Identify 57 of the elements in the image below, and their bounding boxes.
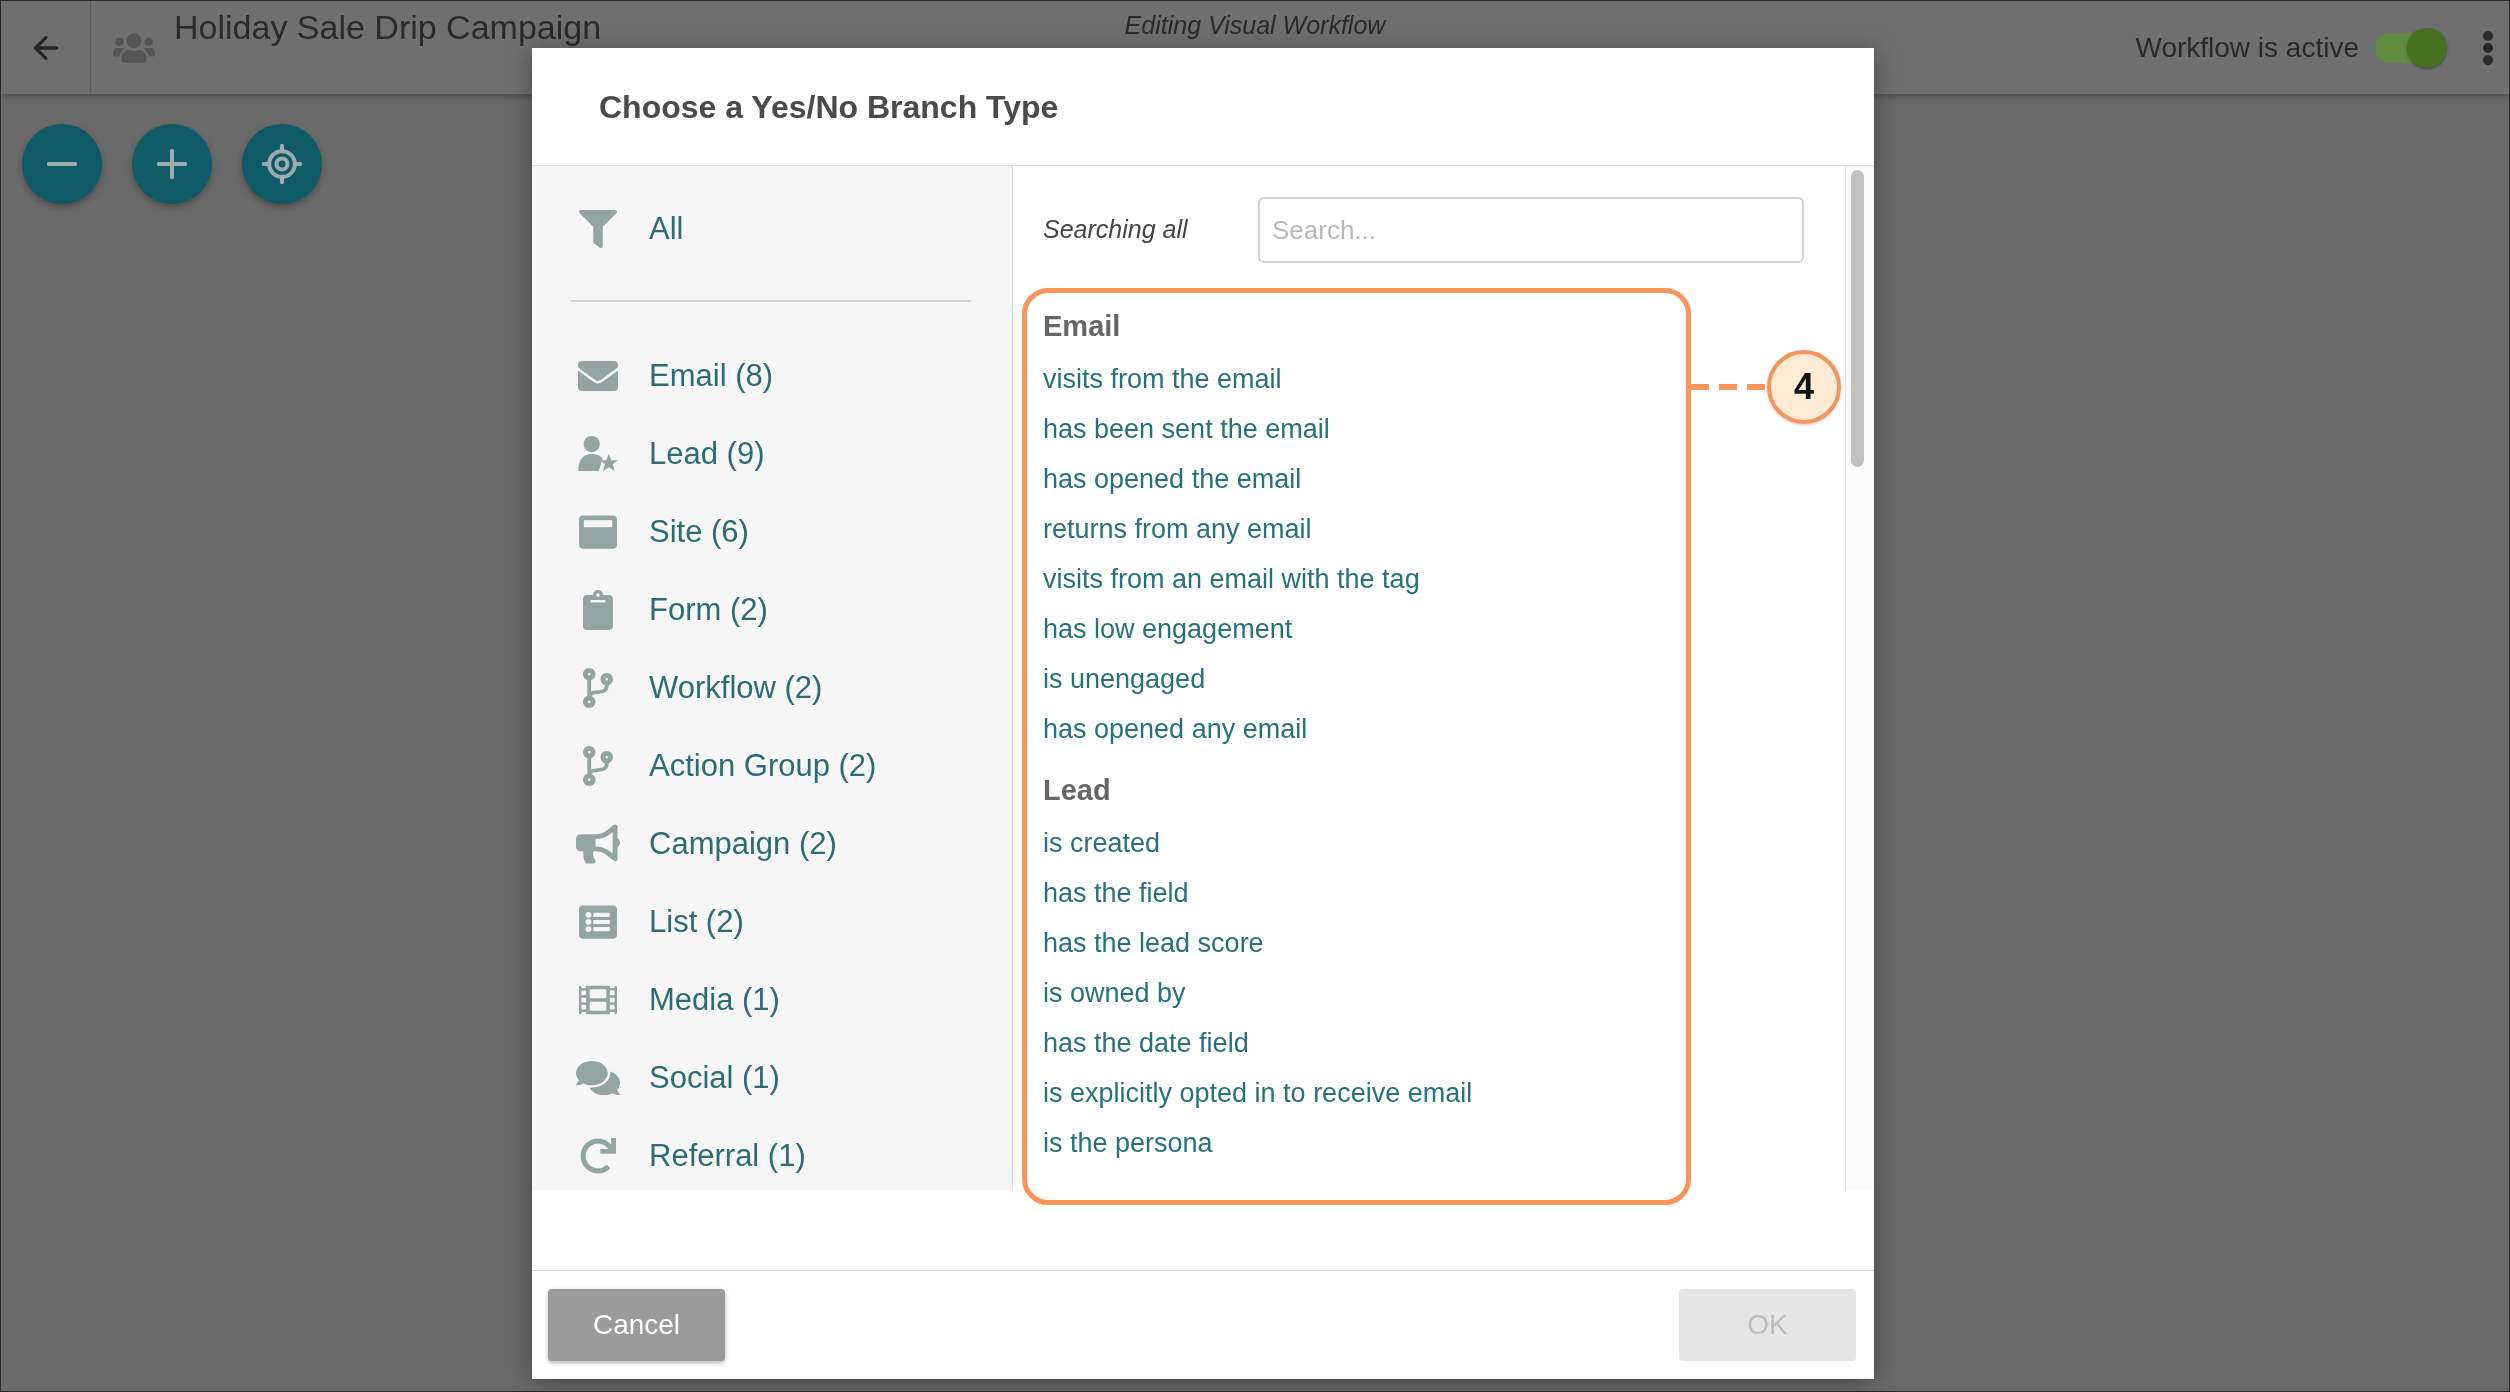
condition-option[interactable]: is the persona bbox=[1043, 1118, 1213, 1168]
group-heading: Email bbox=[1043, 309, 1121, 344]
chat-bubbles-icon bbox=[576, 1058, 620, 1098]
condition-option[interactable]: has the date field bbox=[1043, 1018, 1249, 1068]
kebab-menu-icon bbox=[2483, 30, 2493, 65]
zoom-in-button[interactable] bbox=[132, 124, 212, 204]
category-item[interactable]: Referral (1) bbox=[574, 1123, 971, 1189]
category-item[interactable]: Email (8) bbox=[574, 343, 971, 409]
plus-icon bbox=[157, 149, 187, 179]
category-item[interactable]: Workflow (2) bbox=[574, 655, 971, 721]
condition-option[interactable]: has opened any email bbox=[1043, 704, 1308, 754]
target-icon bbox=[260, 142, 304, 186]
editing-mode-label: Editing Visual Workflow bbox=[1124, 13, 1386, 38]
zoom-out-button[interactable] bbox=[22, 124, 102, 204]
user-star-icon bbox=[578, 436, 618, 472]
category-item[interactable]: Form (2) bbox=[574, 577, 971, 643]
condition-option[interactable]: has opened the email bbox=[1043, 454, 1302, 504]
redo-arrow-icon bbox=[580, 1138, 616, 1174]
browser-window-icon bbox=[579, 513, 617, 551]
condition-option[interactable]: is unengaged bbox=[1043, 654, 1206, 704]
branch-icon bbox=[583, 746, 613, 786]
megaphone-icon bbox=[576, 824, 620, 864]
workflow-title: Holiday Sale Drip Campaign bbox=[174, 10, 602, 44]
category-item[interactable]: List (2) bbox=[574, 889, 971, 955]
condition-option[interactable]: is created bbox=[1043, 818, 1161, 868]
status-label: Workflow is active bbox=[2135, 30, 2359, 65]
toggle-switch[interactable] bbox=[2375, 27, 2447, 68]
group-heading: Lead bbox=[1043, 773, 1111, 808]
category-item[interactable]: Site (6) bbox=[574, 499, 971, 565]
search-field[interactable]: Search... bbox=[1258, 197, 1804, 263]
condition-option[interactable]: has the field bbox=[1043, 868, 1189, 918]
more-menu-button[interactable] bbox=[2483, 30, 2493, 65]
minus-icon bbox=[47, 162, 77, 166]
condition-option[interactable]: visits from an email with the tag bbox=[1043, 554, 1420, 604]
condition-option[interactable]: has the lead score bbox=[1043, 918, 1264, 968]
clipboard-icon bbox=[583, 590, 613, 630]
category-item[interactable]: Action Group (2) bbox=[574, 733, 971, 799]
condition-option[interactable]: has been sent the email bbox=[1043, 404, 1330, 454]
people-icon bbox=[113, 30, 155, 65]
branch-icon bbox=[583, 668, 613, 708]
funnel-icon bbox=[579, 210, 617, 248]
category-item[interactable]: Social (1) bbox=[574, 1045, 971, 1111]
category-item[interactable]: Lead (9) bbox=[574, 421, 971, 487]
condition-option[interactable]: visits from the email bbox=[1043, 354, 1282, 404]
condition-option[interactable]: is owned by bbox=[1043, 968, 1186, 1018]
category-item[interactable]: Media (1) bbox=[574, 967, 971, 1033]
category-item[interactable]: Campaign (2) bbox=[574, 811, 971, 877]
list-icon bbox=[579, 903, 617, 941]
condition-option[interactable]: returns from any email bbox=[1043, 504, 1312, 554]
recenter-button[interactable] bbox=[242, 124, 322, 204]
search-scope-label: Searching all bbox=[1043, 214, 1189, 246]
dialog-title: Choose a Yes/No Branch Type bbox=[599, 87, 1059, 127]
condition-option[interactable]: is explicitly opted in to receive email bbox=[1043, 1068, 1473, 1118]
callout-number: 4 bbox=[1767, 350, 1841, 424]
condition-option[interactable]: has low engagement bbox=[1043, 604, 1293, 654]
filter-item[interactable]: All bbox=[574, 190, 971, 268]
scrollbar-thumb[interactable] bbox=[1851, 170, 1864, 467]
